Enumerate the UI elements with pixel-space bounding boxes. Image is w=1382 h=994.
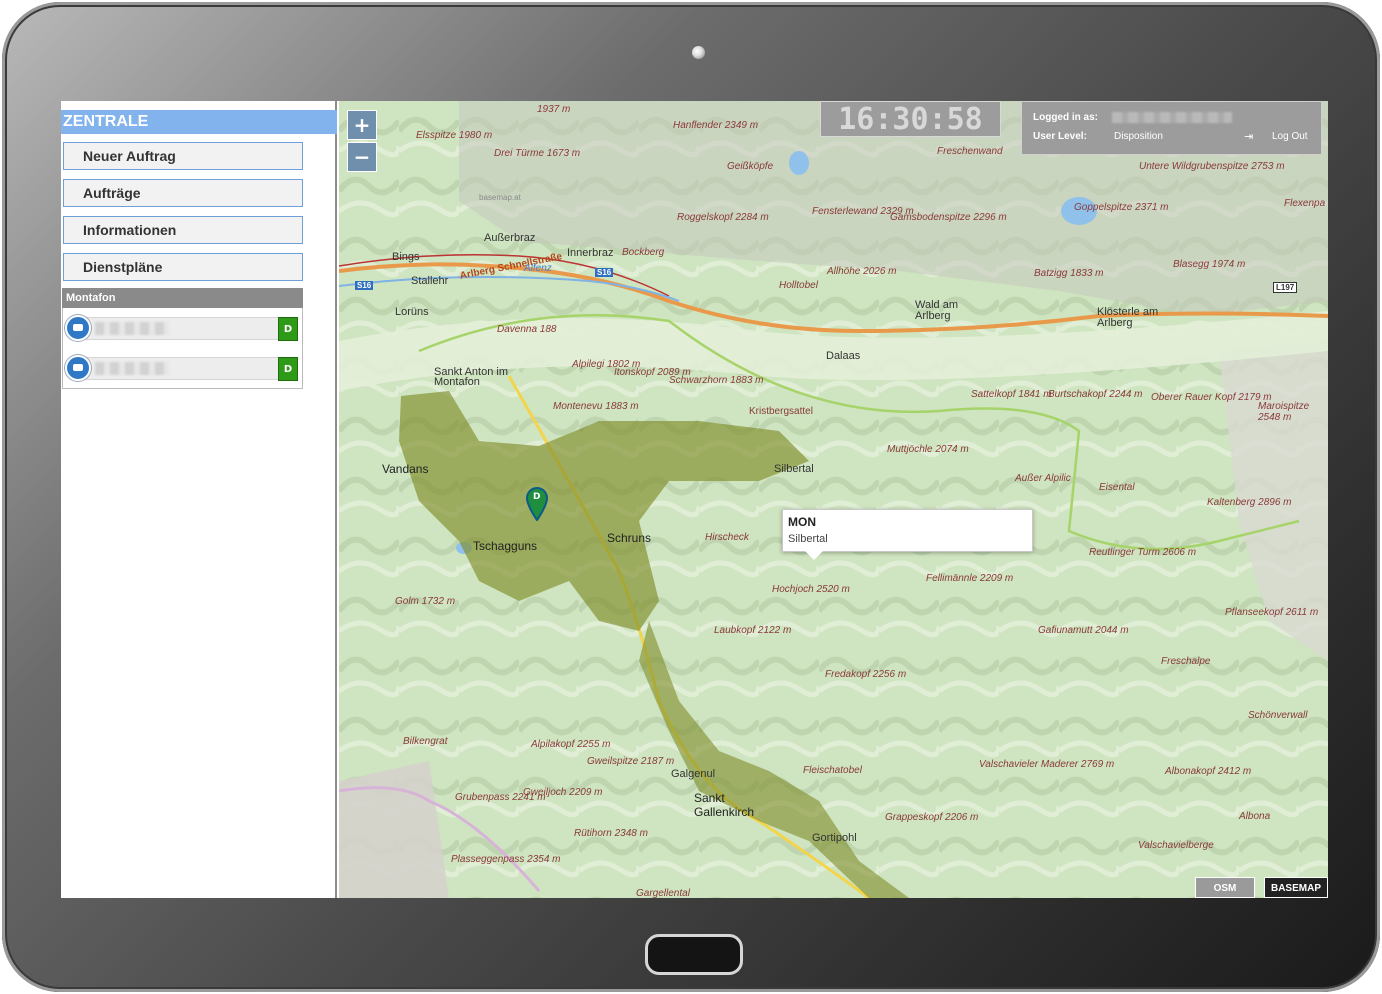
map-label: Sattelkopf 1841 m [971, 389, 1052, 400]
map-label: Hirscheck [705, 532, 749, 543]
map-label: Gweilspitze 2187 m [587, 756, 675, 767]
map-label: 1937 m [537, 104, 571, 115]
place-label: Kristbergsattel [749, 406, 813, 417]
camera-icon [692, 46, 705, 59]
map-label: Pflanseekopf 2611 m [1225, 607, 1319, 618]
sidebar: ZENTRALE Neuer Auftrag Aufträge Informat… [61, 101, 337, 898]
map-label: Geißköpfe [727, 161, 774, 172]
map-label: Reutlinger Turm 2606 m [1089, 547, 1197, 558]
map-label: Albona [1239, 811, 1271, 822]
map-labels: 1937 m Elsspitze 1980 m Drei Türme 1673 … [339, 101, 1328, 898]
map-label: Alpilakopf 2255 m [531, 739, 611, 750]
map-label: Goppelspitze 2371 m [1074, 202, 1169, 213]
place-label: Bockberg [622, 247, 665, 258]
vehicle-name-redacted [95, 362, 169, 375]
nav-button-auftraege[interactable]: Aufträge [63, 179, 303, 207]
map-label: Gafiunamutt 2044 m [1038, 625, 1129, 636]
map-label: Drei Türme 1673 m [494, 148, 581, 159]
map-label: Valschavieler Maderer 2769 m [979, 759, 1115, 770]
place-label: Vandans [382, 462, 429, 476]
road-shield: L197 [1273, 282, 1298, 293]
popup-title: MON [788, 515, 816, 529]
map-label: Holltobel [779, 280, 818, 291]
vehicle-item[interactable]: D [65, 355, 298, 381]
map-label: Schönverwall [1248, 710, 1308, 721]
map-label: Gweiljoch 2209 m [523, 787, 603, 798]
map-label: Elsspitze 1980 m [416, 130, 493, 141]
popup-subtitle: Silbertal [788, 533, 828, 545]
map-label: Davenna 188 [497, 324, 557, 335]
place-label: Sankt Gallenkirch [694, 791, 755, 819]
vehicle-item[interactable]: D [65, 315, 298, 341]
layer-button-osm[interactable]: OSM [1195, 877, 1255, 898]
place-label: Klösterle am Arlberg [1097, 306, 1159, 329]
place-label: Stallehr [411, 275, 449, 287]
place-label: Wald am Arlberg [915, 299, 958, 322]
map-label: Freschenwand [937, 146, 1003, 157]
bus-icon [65, 355, 91, 381]
road-shield: S16 [355, 281, 374, 290]
vehicle-name-redacted [95, 322, 169, 335]
map-label: Golm 1732 m [395, 596, 456, 607]
map-label: Hanflender 2349 m [673, 120, 759, 131]
map-label: Blasegg 1974 m [1173, 259, 1246, 270]
map-label: Grappeskopf 2206 m [885, 812, 979, 823]
map-label: Freschalpe [1161, 656, 1211, 667]
zentrale-header: ZENTRALE [61, 110, 337, 134]
place-label: Tschagguns [473, 539, 538, 553]
map-label: Flexenpa [1284, 198, 1326, 209]
location-pin-label: D [533, 492, 541, 502]
place-label: Silbertal [774, 463, 814, 475]
bus-icon [65, 315, 91, 341]
road-label: Alfenz [524, 263, 552, 274]
place-label: Schruns [607, 531, 652, 545]
nav-button-informationen[interactable]: Informationen [63, 216, 303, 244]
map-label: Eisental [1099, 482, 1135, 493]
map-label: Maroispitze 2548 m [1258, 401, 1310, 423]
road-shield: S16 [595, 268, 614, 277]
map-label: Plasseggenpass 2354 m [451, 854, 561, 865]
app-screen: ZENTRALE Neuer Auftrag Aufträge Informat… [61, 101, 1328, 898]
vehicle-status-badge[interactable]: D [278, 317, 298, 341]
place-label: Innerbraz [567, 247, 614, 259]
map-label: Batzigg 1833 m [1034, 268, 1104, 279]
map-label: Gamsbodenspitze 2296 m [890, 212, 1007, 223]
nav-button-dienstplaene[interactable]: Dienstpläne [63, 253, 303, 281]
map-label: Fleischatobel [803, 765, 862, 776]
place-label: Außerbraz [484, 232, 536, 244]
place-label: Gortipohl [812, 832, 857, 844]
map-view[interactable]: + − 16:30:58 Logged in as: User Level: D… [339, 101, 1328, 898]
vehicle-group-title: Montafon [62, 288, 303, 308]
map-label: Albonakopf 2412 m [1165, 766, 1252, 777]
place-label: Lorüns [395, 306, 429, 318]
map-label: Fellimännle 2209 m [926, 573, 1014, 584]
map-label: Bilkengrat [403, 736, 448, 747]
map-label: Außer Alpilic [1015, 473, 1071, 484]
map-label: Oberer Rauer Kopf 2179 m [1151, 392, 1272, 403]
map-label: Muttjöchle 2074 m [887, 444, 969, 455]
map-label: Roggelskopf 2284 m [677, 212, 769, 223]
home-button[interactable] [645, 934, 743, 975]
map-label: Gargellental [636, 888, 690, 898]
place-label: Galgenul [671, 768, 716, 780]
map-label: Untere Wildgrubenspitze 2753 m [1139, 161, 1285, 172]
place-label: Bings [392, 251, 420, 263]
map-label: Kaltenberg 2896 m [1207, 497, 1292, 508]
place-label: Dalaas [826, 350, 861, 362]
map-label: Valschavielberge [1138, 840, 1214, 851]
watermark: basemap.at [479, 193, 521, 202]
map-label: Schwarzhorn 1883 m [669, 375, 764, 386]
map-label: Fredakopf 2256 m [825, 669, 907, 680]
map-label: Hochjoch 2520 m [772, 584, 850, 595]
map-label: Laubkopf 2122 m [714, 625, 792, 636]
place-label: Sankt Anton im Montafon [434, 366, 508, 388]
map-label: Burtschakopf 2244 m [1048, 389, 1143, 400]
vehicle-status-badge[interactable]: D [278, 357, 298, 381]
map-label: Rütihorn 2348 m [574, 828, 648, 839]
map-label: Allhöhe 2026 m [827, 266, 897, 277]
layer-button-basemap[interactable]: BASEMAP [1264, 877, 1328, 898]
map-label: Montenevu 1883 m [553, 401, 639, 412]
nav-button-neuer-auftrag[interactable]: Neuer Auftrag [63, 142, 303, 170]
map-popup[interactable]: MON Silbertal [782, 509, 1033, 560]
